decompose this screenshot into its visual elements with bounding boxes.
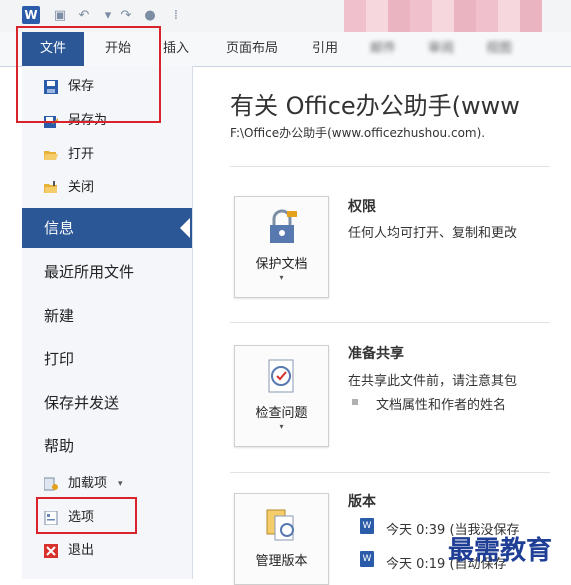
tab-view[interactable]: 视图 (476, 32, 522, 66)
word-logo-icon: W (22, 6, 40, 24)
nav-help-label: 帮助 (44, 437, 75, 455)
open-label: 打开 (68, 147, 95, 162)
exit-command[interactable]: 退出 (22, 536, 192, 566)
lock-icon (270, 209, 297, 243)
manage-versions-label: 管理版本 (255, 554, 308, 569)
chevron-down-icon: ▾ (279, 422, 284, 431)
prepare-bullet-text: 文档属性和作者的姓名 (376, 398, 507, 413)
close-label: 关闭 (68, 180, 95, 195)
divider (230, 166, 550, 167)
nav-new-label: 新建 (44, 307, 75, 325)
redo-icon[interactable]: ↷ (118, 8, 134, 24)
blurred-title-area (344, 0, 542, 32)
open-command[interactable]: 打开 (22, 140, 192, 170)
save-icon[interactable]: ▣ (52, 8, 68, 24)
protect-document-label: 保护文档 (255, 257, 308, 272)
nav-recent-label: 最近所用文件 (44, 263, 135, 281)
nav-help[interactable]: 帮助 (22, 426, 192, 466)
nav-new[interactable]: 新建 (22, 296, 192, 336)
undo-icon[interactable]: ↶ (76, 8, 92, 24)
addins-icon (44, 477, 58, 491)
tab-mailings[interactable]: 邮件 (360, 32, 406, 66)
document-path: F:\Office办公助手(www.officezhushou.com). (230, 126, 486, 140)
nav-print[interactable]: 打印 (22, 339, 192, 379)
addins-command[interactable]: 加载项 ▾ (22, 469, 192, 499)
open-folder-icon (44, 151, 58, 160)
permissions-heading: 权限 (348, 199, 376, 215)
close-command[interactable]: 关闭 (22, 173, 192, 203)
divider (230, 472, 550, 473)
nav-print-label: 打印 (44, 350, 75, 368)
word-doc-icon: W (360, 518, 374, 534)
nav-info-label: 信息 (44, 219, 75, 237)
versions-icon (266, 509, 294, 541)
exit-icon (44, 544, 58, 558)
prepare-text: 在共享此文件前，请注意其包 (348, 374, 518, 389)
dropdown-icon[interactable]: ▾ (100, 8, 116, 24)
customize-toolbar-icon[interactable]: ⁞ (168, 8, 184, 24)
exit-label: 退出 (68, 543, 95, 558)
tab-page-layout[interactable]: 页面布局 (214, 32, 290, 66)
close-folder-icon (44, 181, 57, 193)
divider (230, 322, 550, 323)
tab-references[interactable]: 引用 (302, 32, 348, 66)
selected-pointer (180, 218, 190, 238)
nav-save-send[interactable]: 保存并发送 (22, 383, 192, 423)
highlight-box-file-save (16, 26, 161, 123)
nav-recent[interactable]: 最近所用文件 (22, 252, 192, 292)
watermark-text: 最需教育 (448, 536, 553, 566)
tab-review[interactable]: 审阅 (418, 32, 464, 66)
protect-document-button[interactable]: 保护文档 ▾ (234, 196, 329, 298)
prepare-heading: 准备共享 (348, 346, 404, 362)
nav-save-send-label: 保存并发送 (44, 394, 120, 412)
check-issues-button[interactable]: 检查问题 ▾ (234, 345, 329, 447)
check-issues-label: 检查问题 (255, 406, 308, 421)
bullet-icon (352, 399, 358, 405)
document-title: 有关 Office办公助手(www (230, 92, 520, 120)
permissions-text: 任何人均可打开、复制和更改 (348, 226, 518, 241)
chevron-down-icon: ▾ (279, 273, 284, 282)
customize-icon[interactable]: ● (142, 8, 158, 24)
manage-versions-button[interactable]: 管理版本 (234, 493, 329, 585)
versions-heading: 版本 (348, 494, 376, 510)
nav-info[interactable]: 信息 (22, 208, 192, 248)
highlight-box-options (36, 497, 137, 534)
addins-label: 加载项 (68, 476, 108, 491)
chevron-down-icon: ▾ (118, 479, 123, 489)
inspect-document-icon (268, 359, 294, 393)
word-doc-icon: W (360, 551, 374, 567)
